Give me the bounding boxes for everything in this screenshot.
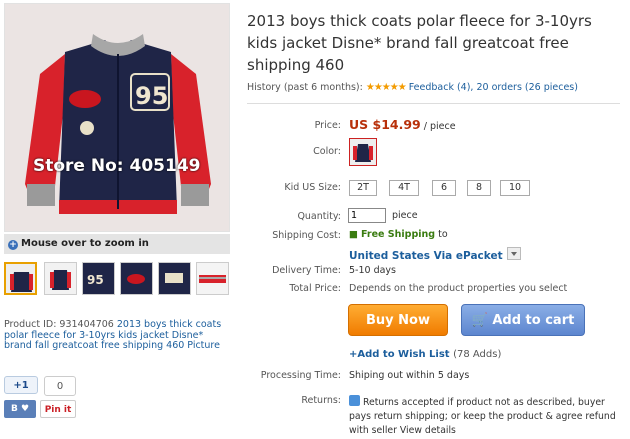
color-swatch-image bbox=[350, 139, 376, 165]
processing-label: Processing Time: bbox=[260, 370, 341, 381]
product-id-label: Product ID: 931404706 bbox=[4, 319, 114, 330]
google-plus-one-button[interactable]: +1 bbox=[4, 376, 38, 394]
truck-icon: ■ bbox=[349, 229, 358, 240]
price-label: Price: bbox=[314, 120, 341, 131]
thumbnail-image bbox=[159, 263, 190, 294]
store-watermark: Store No: 405149 bbox=[33, 156, 201, 176]
product-title: 2013 boys thick coats polar fleece for 3… bbox=[247, 12, 592, 74]
delivery-value: 5-10 days bbox=[349, 265, 397, 276]
thumbnail-image bbox=[6, 264, 35, 293]
shipping-method-dropdown[interactable]: United States Via ePacket bbox=[349, 244, 521, 263]
svg-text:95: 95 bbox=[87, 273, 104, 287]
thumbnail-6[interactable] bbox=[196, 262, 229, 295]
shipping-method: United States Via ePacket bbox=[349, 250, 503, 262]
size-option-8[interactable]: 8 bbox=[467, 180, 491, 196]
cart-icon: 🛒 bbox=[471, 313, 488, 328]
shipping-row: ■ Free Shipping to bbox=[349, 229, 448, 240]
total-value: Depends on the product properties you se… bbox=[349, 283, 568, 294]
wish-count: (78 Adds) bbox=[453, 349, 502, 360]
heart-icon: ♥ bbox=[20, 404, 30, 414]
buy-now-button[interactable]: Buy Now bbox=[348, 304, 448, 336]
returns-text: Returns accepted if product not as descr… bbox=[349, 397, 616, 436]
delivery-label: Delivery Time: bbox=[272, 265, 341, 276]
color-label: Color: bbox=[313, 146, 341, 157]
shipping-label: Shipping Cost: bbox=[272, 230, 341, 241]
thumbnail-2[interactable] bbox=[44, 262, 77, 295]
free-shipping-text: Free Shipping bbox=[361, 229, 436, 240]
history-row: History (past 6 months): ★★★★★ Feedback … bbox=[247, 82, 578, 93]
history-label: History (past 6 months): bbox=[247, 82, 363, 93]
returns-icon bbox=[349, 395, 360, 406]
chevron-down-icon bbox=[506, 247, 521, 260]
total-label: Total Price: bbox=[289, 283, 341, 294]
returns-label: Returns: bbox=[301, 395, 341, 406]
quantity-label: Quantity: bbox=[297, 211, 341, 222]
thumbnail-image: 95 bbox=[83, 263, 114, 294]
magnifier-icon: + bbox=[8, 240, 18, 250]
size-option-4t[interactable]: 4T bbox=[389, 180, 419, 196]
vk-like-button[interactable]: B ♥ bbox=[4, 400, 36, 418]
thumbnail-4[interactable] bbox=[120, 262, 153, 295]
add-to-cart-label: Add to cart bbox=[492, 313, 575, 328]
wish-list-row: +Add to Wish List (78 Adds) bbox=[349, 349, 501, 360]
size-option-6[interactable]: 6 bbox=[432, 180, 456, 196]
processing-value: Shiping out within 5 days bbox=[349, 370, 470, 381]
quantity-input[interactable] bbox=[348, 208, 386, 223]
zoom-tip: + Mouse over to zoom in bbox=[4, 234, 230, 254]
size-label: Kid US Size: bbox=[284, 182, 341, 193]
thumbnail-5[interactable] bbox=[158, 262, 191, 295]
pinit-button[interactable]: Pin it bbox=[40, 400, 76, 418]
add-to-cart-button[interactable]: 🛒 Add to cart bbox=[461, 304, 585, 336]
divider bbox=[247, 103, 620, 104]
zoom-tip-label: Mouse over to zoom in bbox=[21, 238, 149, 249]
svg-text:95: 95 bbox=[135, 82, 168, 110]
shipping-to: to bbox=[438, 229, 448, 240]
quantity-unit: piece bbox=[392, 210, 418, 221]
price-unit: / piece bbox=[423, 121, 456, 132]
thumbnail-3[interactable]: 95 bbox=[82, 262, 115, 295]
product-id: Product ID: 931404706 2013 boys thick co… bbox=[4, 319, 230, 352]
feedback-link[interactable]: Feedback (4), bbox=[409, 82, 474, 93]
product-main-image[interactable]: 95 Store No: 405149 bbox=[4, 3, 230, 232]
price-row: US $14.99 / piece bbox=[349, 117, 456, 132]
thumbnail-image bbox=[121, 263, 152, 294]
add-to-wish-list-link[interactable]: +Add to Wish List bbox=[349, 349, 450, 360]
size-option-2t[interactable]: 2T bbox=[349, 180, 377, 196]
size-option-10[interactable]: 10 bbox=[500, 180, 530, 196]
thumbnail-1[interactable] bbox=[4, 262, 37, 295]
price-amount: US $14.99 bbox=[349, 117, 421, 132]
orders-link[interactable]: 20 orders (26 pieces) bbox=[477, 82, 578, 93]
rating-stars-icon: ★★★★★ bbox=[365, 82, 407, 93]
jacket-image: 95 bbox=[5, 4, 229, 231]
thumbnail-image bbox=[45, 263, 76, 294]
color-swatch[interactable] bbox=[349, 138, 377, 166]
vk-icon: B bbox=[10, 404, 18, 414]
thumbnail-image bbox=[197, 263, 228, 294]
returns-value: Returns accepted if product not as descr… bbox=[349, 395, 629, 438]
share-count: 0 bbox=[44, 376, 76, 396]
